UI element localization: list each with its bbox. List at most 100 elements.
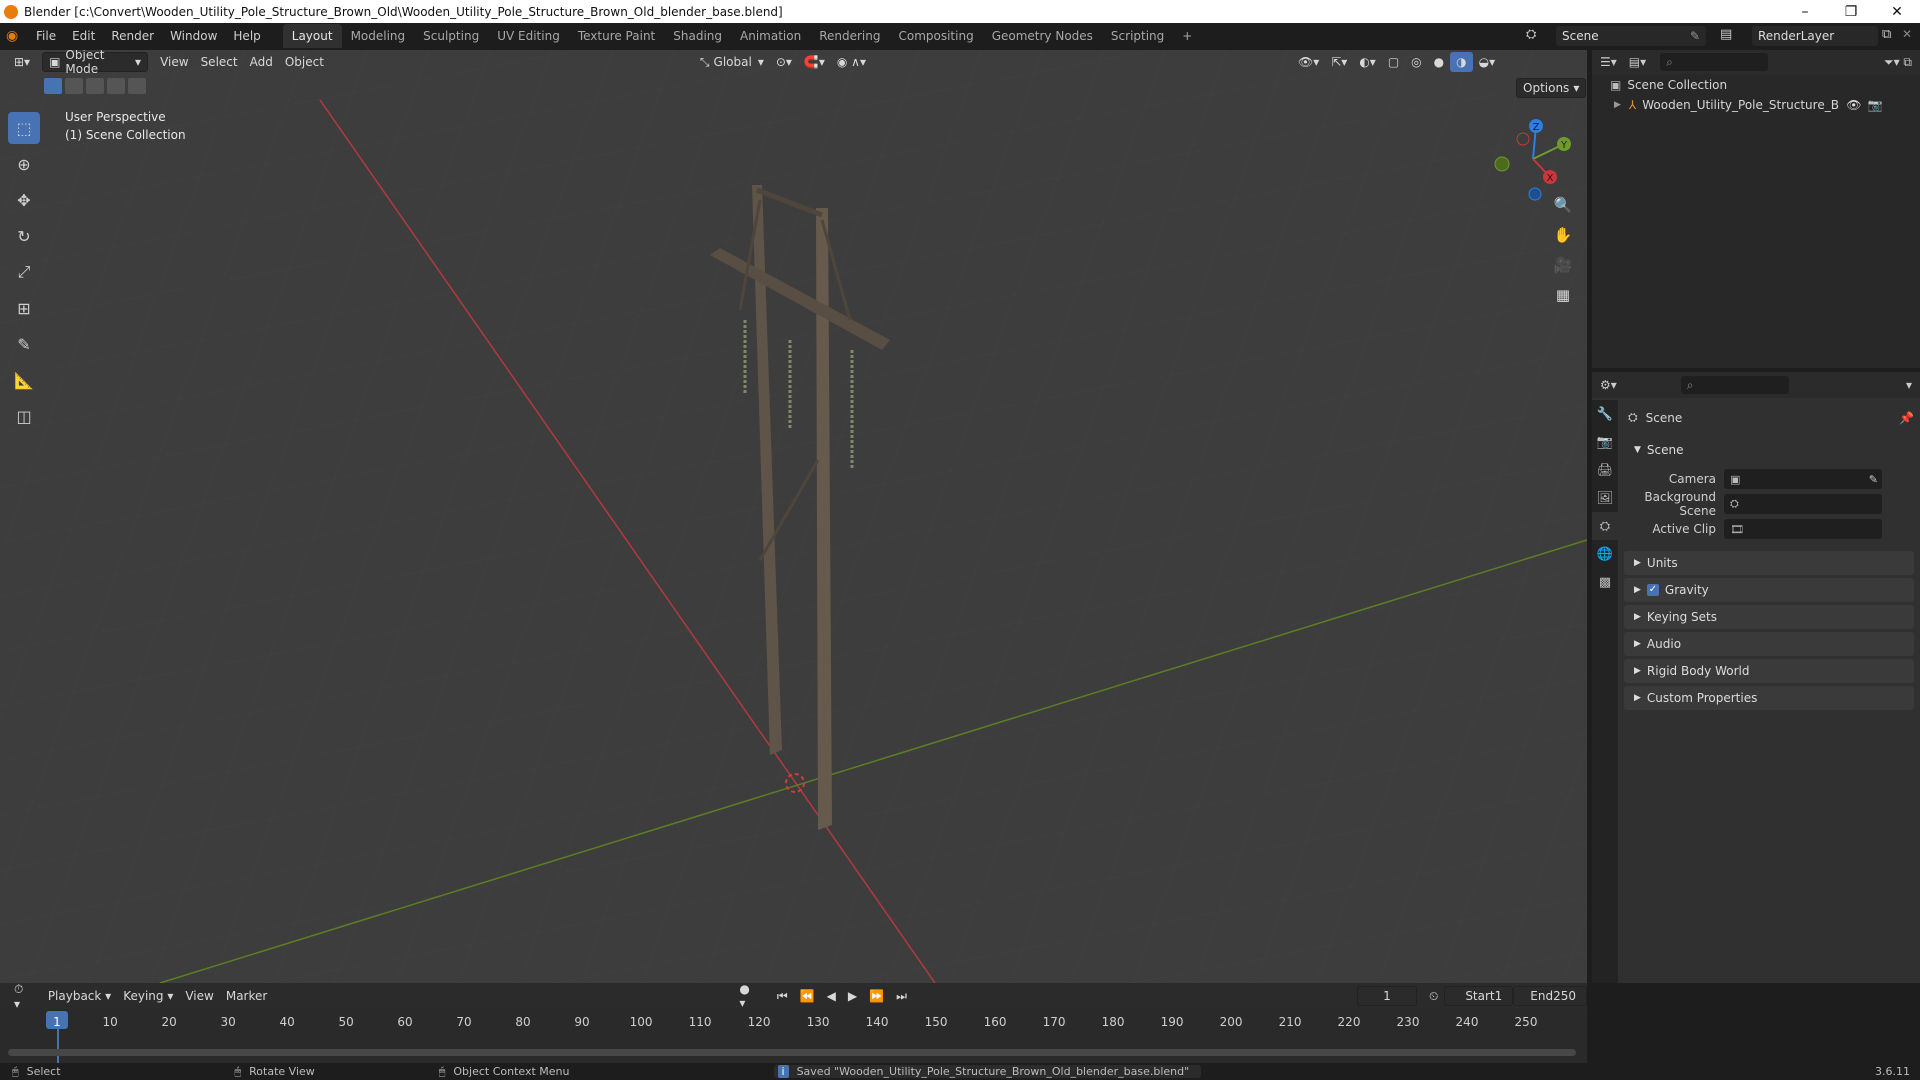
rotate-tool[interactable]: ↻ (8, 220, 40, 252)
jump-start-icon[interactable]: ⏮ (771, 986, 794, 1006)
display-mode-icon[interactable]: ▤▾ (1629, 55, 1646, 69)
menu-view[interactable]: View (154, 52, 194, 72)
menu-edit[interactable]: Edit (64, 23, 103, 49)
current-frame-field[interactable]: 1 (1356, 986, 1417, 1006)
tool-tab-icon[interactable]: 🔧 (1592, 400, 1618, 428)
editor-type-icon[interactable]: ⊞▾ (8, 52, 36, 72)
timeline-scrollbar[interactable] (8, 1049, 1576, 1056)
pan-hand-icon[interactable]: ✋ (1548, 222, 1578, 248)
orientation-selector[interactable]: ⤡ Global ▾ (694, 52, 770, 72)
xray-toggle-icon[interactable]: ▢ (1382, 52, 1405, 72)
view-layer-tab-icon[interactable]: 🖼 (1592, 484, 1618, 512)
play-icon[interactable]: ▶ (842, 986, 863, 1006)
shading-material-icon[interactable]: ◑ (1450, 52, 1473, 72)
scene-panel-header[interactable]: ▼ Scene (1624, 438, 1914, 462)
camera-field[interactable]: ▣ ✎ (1724, 469, 1882, 489)
properties-search-input[interactable]: ⌕ (1680, 376, 1789, 394)
jump-end-icon[interactable]: ⏭ (890, 986, 913, 1006)
move-tool[interactable]: ✥ (8, 184, 40, 216)
close-button[interactable]: ✕ (1874, 0, 1920, 23)
rigid-body-world-panel[interactable]: ▶ Rigid Body World (1624, 659, 1914, 683)
world-tab-icon[interactable]: 🌐 (1592, 540, 1618, 568)
active-clip-field[interactable]: 🎞 (1724, 519, 1882, 539)
scale-tool[interactable]: ⤢ (8, 256, 40, 288)
select-new-icon[interactable] (44, 78, 62, 94)
transform-tool[interactable]: ⊞ (8, 292, 40, 324)
timeline-editor-icon[interactable]: ⏱▾ (8, 982, 32, 1011)
tab-uv-editing[interactable]: UV Editing (488, 24, 569, 48)
select-subtract-icon[interactable] (86, 78, 104, 94)
remove-view-layer-icon[interactable]: ✕ (1902, 27, 1912, 41)
render-tab-icon[interactable]: 📷 (1592, 428, 1618, 456)
perspective-grid-icon[interactable]: ▦ (1548, 282, 1578, 308)
units-panel[interactable]: ▶ Units (1624, 551, 1914, 575)
tab-geometry-nodes[interactable]: Geometry Nodes (983, 24, 1102, 48)
maximize-button[interactable]: ❐ (1828, 0, 1874, 23)
outliner-search-input[interactable]: ⌕ (1660, 53, 1769, 71)
tab-sculpting[interactable]: Sculpting (414, 24, 488, 48)
tab-layout[interactable]: Layout (282, 24, 342, 48)
tab-modeling[interactable]: Modeling (342, 24, 415, 48)
menu-help[interactable]: Help (225, 23, 268, 49)
texture-tab-icon[interactable]: ▩ (1592, 568, 1618, 596)
select-extend-icon[interactable] (65, 78, 83, 94)
scene-pin-icon[interactable]: ✎ (1690, 29, 1700, 43)
zoom-icon[interactable]: 🔍 (1548, 192, 1578, 218)
render-camera-icon[interactable]: 📷 (1868, 98, 1883, 112)
custom-properties-panel[interactable]: ▶ Custom Properties (1624, 686, 1914, 710)
outliner-editor-icon[interactable]: ☰▾ (1600, 55, 1617, 69)
tab-shading[interactable]: Shading (664, 24, 731, 48)
menu-timeline-view[interactable]: View (179, 986, 219, 1006)
gravity-checkbox[interactable]: ✓ (1646, 584, 1659, 596)
select-invert-icon[interactable] (107, 78, 125, 94)
cursor-tool[interactable]: ⊕ (8, 148, 40, 180)
play-reverse-icon[interactable]: ◀ (821, 986, 842, 1006)
visibility-icon[interactable]: 👁▾ (1292, 52, 1325, 72)
tab-compositing[interactable]: Compositing (889, 24, 982, 48)
pin-icon[interactable]: 📌 (1899, 411, 1914, 425)
jump-keyframe-forward-icon[interactable]: ⏩ (863, 986, 890, 1006)
menu-render[interactable]: Render (103, 23, 162, 49)
3d-viewport[interactable]: ⊞▾ ▣ Object Mode ▾ View Select Add Objec… (0, 50, 1587, 983)
filter-icon[interactable]: ⏷▾ ⧉ (1884, 55, 1912, 70)
auto-keying-icon[interactable]: ● ▾ (733, 982, 761, 1010)
menu-window[interactable]: Window (162, 23, 225, 49)
end-frame-field[interactable]: End 250 (1513, 986, 1587, 1006)
add-view-layer-icon[interactable]: ⧉ (1882, 27, 1891, 42)
background-scene-field[interactable]: ⛭ (1724, 494, 1882, 514)
navigation-gizmo[interactable]: Z Y X (1488, 114, 1578, 204)
shading-solid-icon[interactable]: ● (1428, 52, 1450, 72)
tab-scripting[interactable]: Scripting (1102, 24, 1173, 48)
start-frame-field[interactable]: Start 1 (1444, 986, 1514, 1006)
expand-arrow-icon[interactable]: ▶ (1614, 100, 1621, 110)
pivot-icon[interactable]: ⊙▾ (770, 52, 798, 72)
gizmo-toggle-icon[interactable]: ⇱▾ (1325, 52, 1353, 72)
gravity-panel[interactable]: ▶ ✓ Gravity (1624, 578, 1914, 602)
render-layer-selector[interactable]: RenderLayer (1752, 26, 1878, 46)
keying-sets-panel[interactable]: ▶ Keying Sets (1624, 605, 1914, 629)
snap-icon[interactable]: 🧲▾ (798, 52, 831, 72)
outliner-root[interactable]: ▣ Scene Collection (1610, 78, 1727, 92)
minimize-button[interactable]: – (1782, 0, 1828, 23)
outliner-item[interactable]: ▶ ⅄ Wooden_Utility_Pole_Structure_Brown_… (1614, 98, 1914, 112)
select-box-tool[interactable]: ⬚ (8, 112, 40, 144)
menu-select[interactable]: Select (195, 52, 244, 72)
output-tab-icon[interactable]: 🖨 (1592, 456, 1618, 484)
timeline-editor[interactable]: ⏱▾ Playback ▾ Keying ▾ View Marker ● ▾ ⏮… (0, 982, 1587, 1063)
overlay-toggle-icon[interactable]: ◐▾ (1353, 52, 1382, 72)
scene-browse-icon[interactable]: ⛭ (1526, 27, 1536, 42)
view-layer-icon[interactable]: ▤ (1720, 27, 1732, 42)
menu-add[interactable]: Add (244, 52, 279, 72)
measure-tool[interactable]: 📐 (8, 364, 40, 396)
menu-keying[interactable]: Keying ▾ (117, 986, 179, 1006)
proportional-edit-icon[interactable]: ◉ ∧▾ (831, 52, 872, 72)
scene-tab-icon[interactable]: ⛭ (1592, 512, 1618, 540)
preview-range-icon[interactable]: ⏲ (1423, 986, 1444, 1006)
shading-wireframe-icon[interactable]: ◎ (1405, 52, 1427, 72)
audio-panel[interactable]: ▶ Audio (1624, 632, 1914, 656)
menu-file[interactable]: File (28, 23, 64, 49)
blender-menu-icon[interactable]: ◉ (6, 28, 28, 44)
eye-icon[interactable]: 👁 (1846, 98, 1861, 112)
jump-keyframe-back-icon[interactable]: ⏪ (794, 986, 821, 1006)
chevron-down-icon[interactable]: ▾ (1906, 378, 1912, 392)
